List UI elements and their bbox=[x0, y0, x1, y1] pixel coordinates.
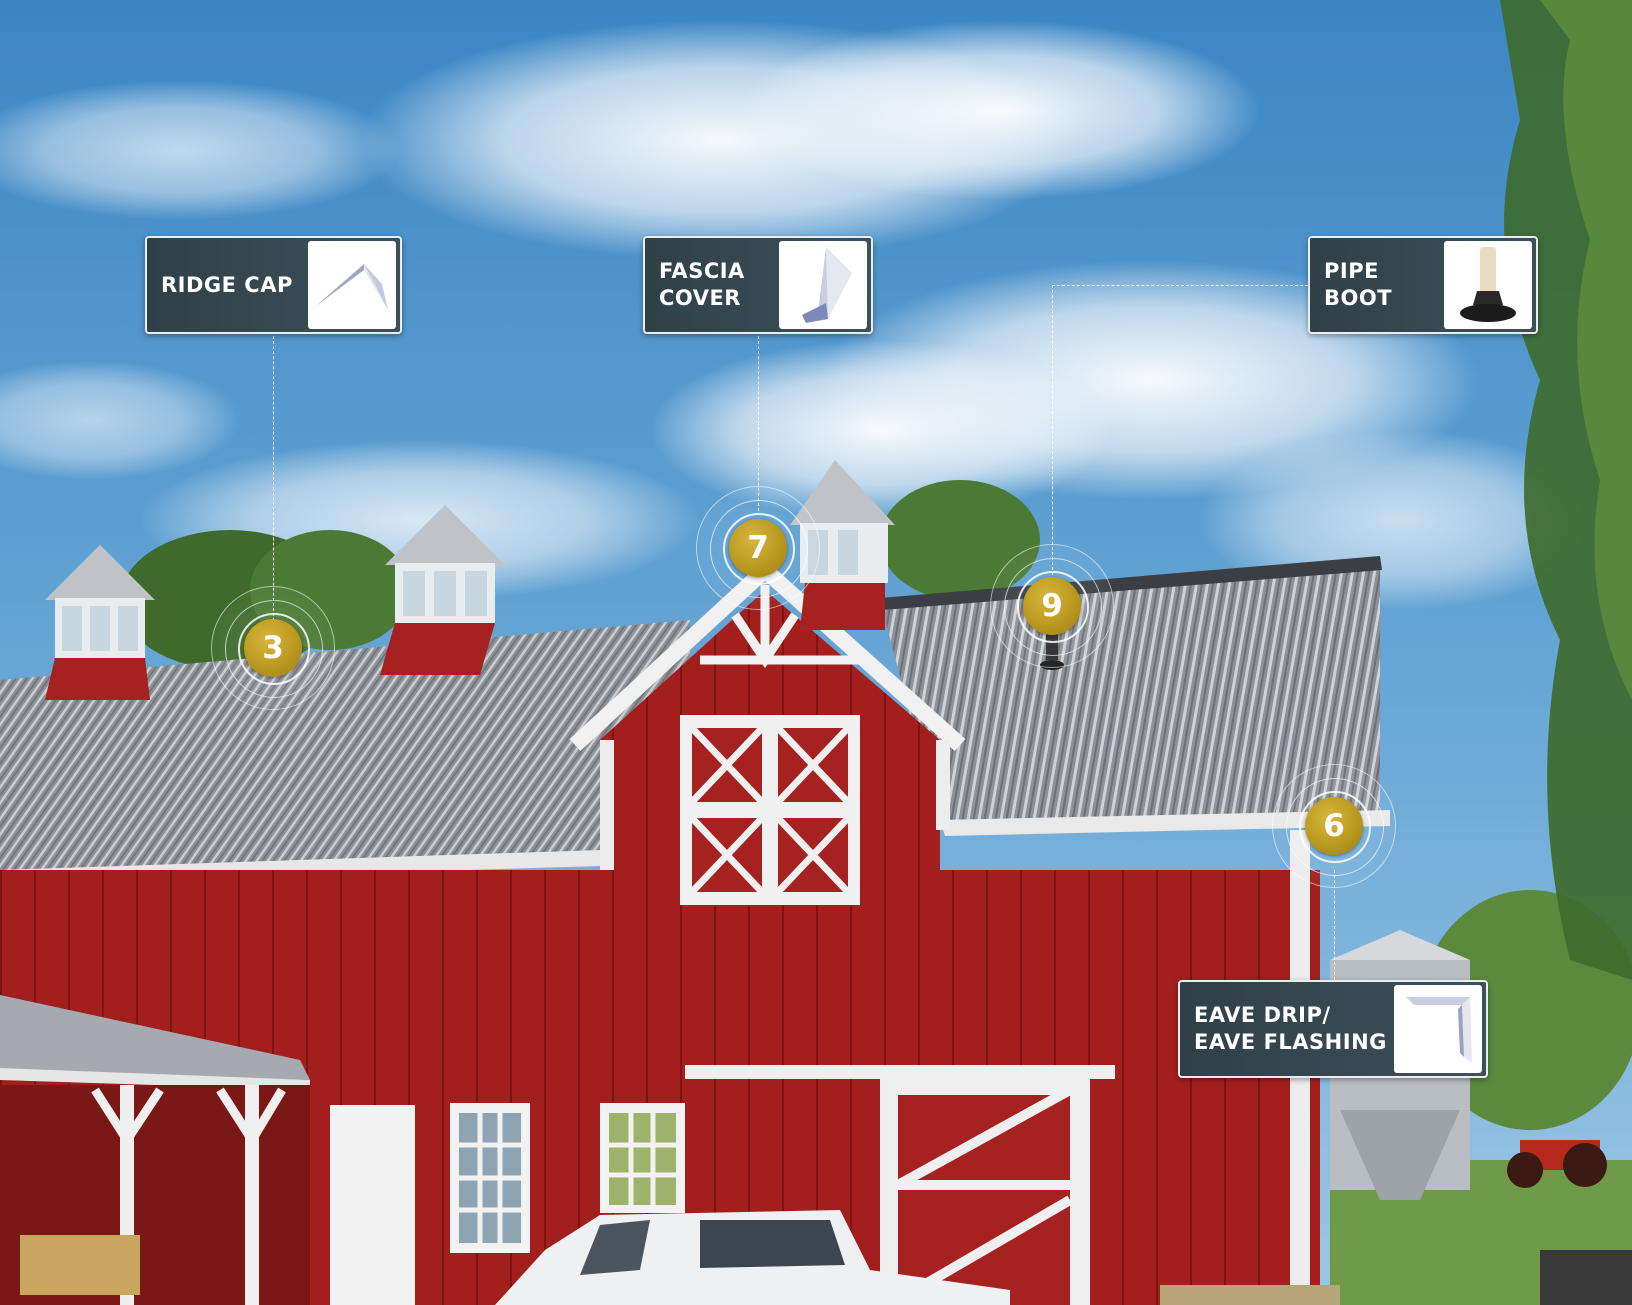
marker-number: 9 bbox=[1023, 577, 1081, 635]
ridge-cap-leader-line bbox=[273, 336, 274, 626]
eave-drip-product-icon bbox=[1394, 985, 1482, 1073]
marker-number: 3 bbox=[244, 619, 302, 677]
pipe-boot-label: PIPE BOOT bbox=[1324, 259, 1393, 310]
fascia-cover-marker[interactable]: 7 bbox=[696, 486, 820, 610]
marker-number: 7 bbox=[729, 519, 787, 577]
pipe-boot-leader-line-horizontal bbox=[1052, 285, 1308, 286]
ridge-cap-label: RIDGE CAP bbox=[161, 272, 293, 297]
fascia-cover-callout[interactable]: FASCIA COVER bbox=[643, 236, 873, 334]
ridge-cap-marker[interactable]: 3 bbox=[211, 586, 335, 710]
marker-number: 6 bbox=[1305, 797, 1363, 855]
eave-drip-callout[interactable]: EAVE DRIP/ EAVE FLASHING bbox=[1178, 980, 1488, 1078]
pipe-boot-product-icon bbox=[1444, 241, 1532, 329]
pipe-boot-callout[interactable]: PIPE BOOT bbox=[1308, 236, 1538, 334]
fascia-cover-label: FASCIA COVER bbox=[659, 259, 745, 310]
pipe-boot-marker[interactable]: 9 bbox=[990, 544, 1114, 668]
ridge-cap-product-icon bbox=[308, 241, 396, 329]
eave-drip-label: EAVE DRIP/ EAVE FLASHING bbox=[1194, 1003, 1387, 1054]
eave-drip-marker[interactable]: 6 bbox=[1272, 764, 1396, 888]
fascia-cover-product-icon bbox=[779, 241, 867, 329]
pipe-boot-leader-line-vertical bbox=[1052, 285, 1053, 575]
ridge-cap-callout[interactable]: RIDGE CAP bbox=[145, 236, 402, 334]
fascia-cover-leader-line bbox=[758, 336, 759, 511]
